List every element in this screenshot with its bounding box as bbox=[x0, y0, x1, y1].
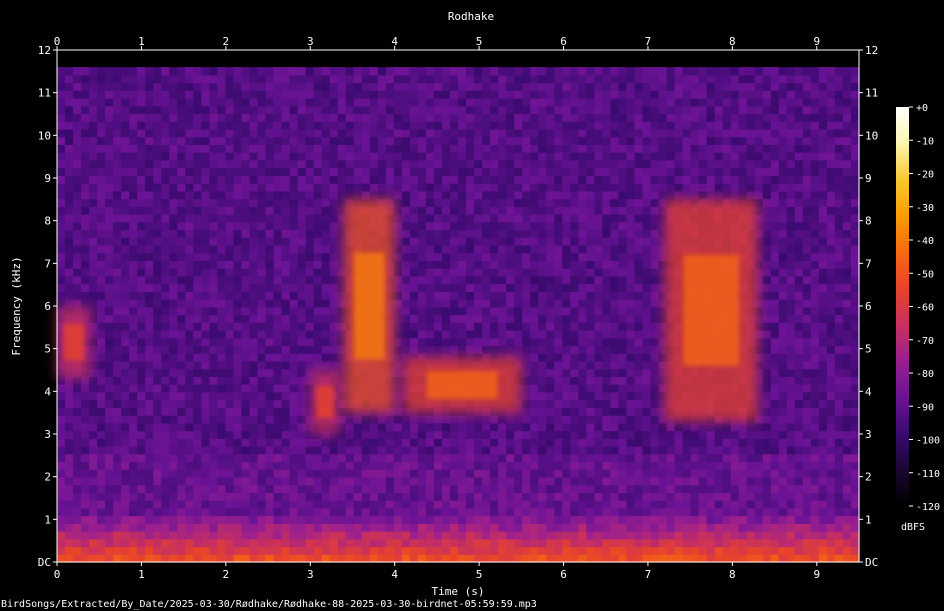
vocal-event-core-5 bbox=[683, 254, 740, 366]
y-tick-label-right: 10 bbox=[865, 129, 878, 142]
spectrogram-figure: Rodhake 00112233445566778899 DC DC1 12 23 34… bbox=[1, 10, 940, 610]
colorbar-tick-label: -120 bbox=[916, 502, 940, 513]
y-tick-label-left: 12 bbox=[38, 44, 51, 57]
y-tick-label-left: 7 bbox=[44, 257, 51, 270]
x-tick-label-top: 1 bbox=[138, 35, 145, 48]
y-tick-label-left: 5 bbox=[44, 343, 51, 356]
x-axis-label: Time (s) bbox=[432, 585, 485, 598]
x-tick-label-bottom: 5 bbox=[476, 568, 483, 581]
colorbar-tick-label: -110 bbox=[916, 469, 940, 480]
x-tick-label-top: 6 bbox=[560, 35, 567, 48]
vocal-event-core-1 bbox=[63, 324, 85, 361]
y-tick-label-left: 9 bbox=[44, 172, 51, 185]
x-tick-label-top: 7 bbox=[645, 35, 652, 48]
y-tick-label-left: 1 bbox=[44, 513, 51, 526]
y-tick-label-right: DC bbox=[865, 556, 878, 569]
y-tick-label-right: 5 bbox=[865, 343, 872, 356]
x-tick-label-top: 3 bbox=[307, 35, 314, 48]
x-tick-label-top: 9 bbox=[813, 35, 820, 48]
y-tick-label-left: 8 bbox=[44, 215, 51, 228]
vocal-event-core-3 bbox=[354, 252, 385, 360]
y-tick-label-left: 11 bbox=[38, 87, 51, 100]
colorbar-tick-label: -90 bbox=[916, 402, 934, 413]
colorbar-label: dBFS bbox=[901, 522, 925, 533]
x-tick-label-bottom: 3 bbox=[307, 568, 314, 581]
colorbar-tick-label: +0 bbox=[916, 103, 928, 114]
y-tick-label-right: 11 bbox=[865, 87, 878, 100]
y-tick-label-right: 6 bbox=[865, 300, 872, 313]
x-tick-label-top: 2 bbox=[223, 35, 230, 48]
y-tick-label-right: 2 bbox=[865, 471, 872, 484]
x-tick-label-bottom: 2 bbox=[223, 568, 230, 581]
y-tick-label-left: DC bbox=[38, 556, 51, 569]
y-tick-label-left: 6 bbox=[44, 300, 51, 313]
x-tick-label-bottom: 1 bbox=[138, 568, 145, 581]
y-tick-label-right: 9 bbox=[865, 172, 872, 185]
colorbar-scale bbox=[896, 107, 909, 506]
colorbar-tick-label: -80 bbox=[916, 369, 934, 380]
colorbar-tick-label: -50 bbox=[916, 269, 934, 280]
x-tick-label-bottom: 8 bbox=[729, 568, 736, 581]
y-axis-label: Frequency (kHz) bbox=[10, 256, 23, 355]
vocal-event-core-2 bbox=[316, 386, 334, 418]
chart-title: Rodhake bbox=[448, 10, 494, 23]
x-tick-label-bottom: 7 bbox=[645, 568, 652, 581]
y-tick-label-left: 10 bbox=[38, 129, 51, 142]
x-tick-label-top: 4 bbox=[391, 35, 398, 48]
y-tick-label-right: 3 bbox=[865, 428, 872, 441]
x-tick-label-bottom: 0 bbox=[54, 568, 61, 581]
x-tick-label-bottom: 4 bbox=[391, 568, 398, 581]
colorbar-tick-label: -10 bbox=[916, 136, 934, 147]
file-path: BirdSongs/Extracted/By_Date/2025-03-30/R… bbox=[1, 599, 537, 610]
y-tick-label-left: 4 bbox=[44, 385, 51, 398]
y-tick-label-left: 3 bbox=[44, 428, 51, 441]
x-tick-label-top: 5 bbox=[476, 35, 483, 48]
y-tick-label-left: 2 bbox=[44, 471, 51, 484]
y-tick-label-right: 12 bbox=[865, 44, 878, 57]
y-tick-label-right: 8 bbox=[865, 215, 872, 228]
y-tick-label-right: 7 bbox=[865, 257, 872, 270]
colorbar-tick-label: -60 bbox=[916, 303, 934, 314]
colorbar-ticks: +0 -10 -20 -30 -40 -50 -60 -70 -80 -90 -100 -110 -12… bbox=[909, 103, 940, 513]
y-tick-label-right: 1 bbox=[865, 513, 872, 526]
x-tick-label-top: 0 bbox=[54, 35, 61, 48]
colorbar: +0 -10 -20 -30 -40 -50 -60 -70 -80 -90 -100 -110 -12… bbox=[896, 103, 940, 533]
vocal-event-core-4 bbox=[426, 371, 498, 399]
y-tick-label-right: 4 bbox=[865, 385, 872, 398]
plot-area bbox=[56, 49, 860, 563]
colorbar-tick-label: -30 bbox=[916, 203, 934, 214]
x-tick-label-bottom: 9 bbox=[813, 568, 820, 581]
colorbar-tick-label: -40 bbox=[916, 236, 934, 247]
colorbar-tick-label: -70 bbox=[916, 336, 934, 347]
x-tick-label-bottom: 6 bbox=[560, 568, 567, 581]
colorbar-tick-label: -100 bbox=[916, 436, 940, 447]
colorbar-tick-label: -20 bbox=[916, 170, 934, 181]
x-tick-label-top: 8 bbox=[729, 35, 736, 48]
